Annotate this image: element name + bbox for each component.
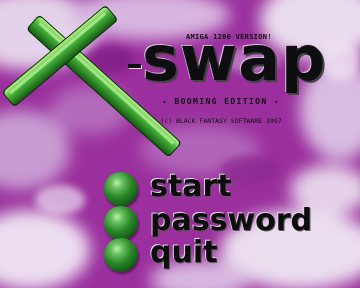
menu-item-start[interactable]: start xyxy=(104,169,324,206)
copyright-notice: (c) BLACK FANTASY SOFTWARE 1997 xyxy=(160,117,282,125)
title-screen: AMIGA 1200 VERSION! swap - BOOMING EDITI… xyxy=(0,0,360,288)
title-dash xyxy=(128,64,141,68)
menu-label-start: start xyxy=(150,169,232,204)
menu-item-quit[interactable]: quit xyxy=(104,235,324,272)
menu-label-password: password xyxy=(150,203,313,238)
game-title: swap xyxy=(142,22,327,95)
green-orb-icon xyxy=(104,172,138,206)
green-orb-icon xyxy=(104,206,138,240)
green-orb-icon xyxy=(104,238,138,272)
edition-subtitle: - BOOMING EDITION - xyxy=(161,97,281,106)
menu-label-quit: quit xyxy=(150,235,218,270)
